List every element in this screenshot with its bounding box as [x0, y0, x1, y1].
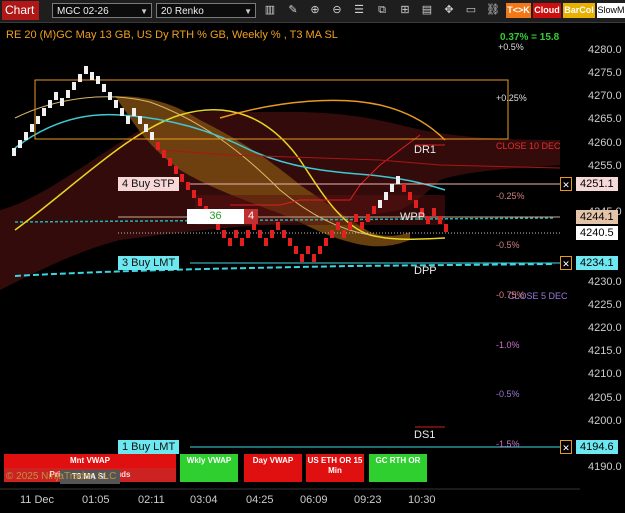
price-label: 4275.0 [588, 67, 622, 79]
time-label: 11 Dec [20, 494, 55, 506]
close-order-icon[interactable]: ✕ [560, 256, 572, 270]
close-order-icon[interactable]: ✕ [560, 440, 572, 454]
price-label: 4280.0 [588, 44, 622, 56]
price-label: 4190.0 [588, 461, 622, 473]
close-order-icon[interactable]: ✕ [560, 177, 572, 191]
dpp-label: DPP [414, 265, 437, 277]
time-label: 09:23 [354, 494, 382, 506]
link-icon[interactable]: ⛓ [485, 3, 501, 18]
price-label: 4225.0 [588, 299, 622, 311]
price-label: 4220.0 [588, 322, 622, 334]
tk-toggle-button[interactable]: T<>K [506, 3, 531, 18]
pct-label: -0.25% [496, 191, 525, 201]
slow-toggle-button[interactable]: SlowM [597, 3, 625, 18]
crosshair-icon[interactable]: ✥ [441, 3, 457, 18]
buy-lmt3-order-label[interactable]: 3 Buy LMT [118, 256, 180, 270]
time-label: 01:05 [82, 494, 110, 506]
cloud-toggle-button[interactable]: Cloud [533, 3, 561, 18]
chevron-down-icon: ▼ [244, 7, 252, 16]
time-label: 04:25 [246, 494, 274, 506]
instrument-label: MGC 02-26 [57, 6, 109, 17]
ds1-label: DS1 [414, 429, 436, 441]
pct-label: -1.5% [496, 439, 520, 449]
pencil-icon[interactable]: ✎ [285, 3, 301, 18]
chart-trader-icon[interactable]: ▤ [419, 3, 435, 18]
mnt-vwap-block: Mnt VWAP [4, 454, 176, 468]
bar-type-label: 20 Renko [161, 6, 204, 17]
last-price-tag: 4240.5 [576, 226, 618, 240]
bars-icon[interactable]: ▥ [262, 3, 278, 18]
price-label: 4260.0 [588, 137, 622, 149]
buy-lmt1-order-label[interactable]: 1 Buy LMT [118, 440, 180, 454]
pct-label: +0.25% [496, 93, 527, 103]
us-eth-or-block: US ETH OR 15 Min [306, 454, 364, 482]
wpp-label: WPP [400, 211, 426, 223]
time-label: 06:09 [300, 494, 328, 506]
gc-rth-or-block: GC RTH OR [369, 454, 427, 482]
day-vwap-block: Day VWAP [244, 454, 302, 482]
price-label: 4210.0 [588, 368, 622, 380]
price-label: 4215.0 [588, 345, 622, 357]
dr1-label: DR1 [414, 144, 437, 156]
price-label: 4230.0 [588, 276, 622, 288]
pct-label: -1.0% [496, 340, 520, 350]
barcol-toggle-button[interactable]: BarCol [563, 3, 595, 18]
buy-stp-order-label[interactable]: 4 Buy STP [118, 177, 179, 191]
strategies-icon[interactable]: ⊞ [397, 3, 413, 18]
quantity-box[interactable]: 36 [187, 209, 244, 224]
zoom-in-icon[interactable]: ⊕ [307, 3, 323, 18]
pct-label: -0.75% [496, 290, 525, 300]
chart-tab[interactable]: Chart [2, 1, 39, 20]
copyright-text: © 2025 NinjaTrader, LLC [6, 471, 117, 482]
buy-lmt1-price-tag: 4194.6 [576, 440, 618, 454]
chart-toolbar: Chart MGC 02-26 ▼ 20 Renko ▼ ▥ ✎ ⊕ ⊖ ☰ ⧉… [0, 0, 625, 23]
indicators-icon[interactable]: ⧉ [374, 3, 390, 18]
time-label: 03:04 [190, 494, 218, 506]
zoom-out-icon[interactable]: ⊖ [329, 3, 345, 18]
instrument-selector[interactable]: MGC 02-26 ▼ [52, 3, 152, 18]
price-label: 4265.0 [588, 113, 622, 125]
pct-label: -0.5% [496, 389, 520, 399]
price-label: 4255.0 [588, 160, 622, 172]
window-icon[interactable]: ▭ [463, 3, 479, 18]
pct-label: +0.5% [498, 42, 524, 52]
close-10-dec-label: CLOSE 10 DEC [496, 141, 561, 151]
properties-icon[interactable]: ☰ [351, 3, 367, 18]
time-label: 02:11 [138, 494, 165, 506]
bar-type-selector[interactable]: 20 Renko ▼ [156, 3, 256, 18]
price-label: 4205.0 [588, 392, 622, 404]
chevron-down-icon: ▼ [140, 7, 148, 16]
buy-lmt3-price-tag: 4234.1 [576, 256, 618, 270]
pct-label: -0.5% [496, 240, 520, 250]
time-label: 10:30 [408, 494, 436, 506]
wpp-price-tag: 4244.1 [576, 210, 618, 224]
price-label: 4200.0 [588, 415, 622, 427]
price-chart[interactable] [0, 23, 580, 490]
price-label: 4270.0 [588, 90, 622, 102]
indicator-header-label: RE 20 (M)GC May 13 GB, US Dy RTH % GB, W… [6, 29, 338, 41]
position-side-box[interactable]: 4 [244, 209, 258, 224]
buy-stp-price-tag: 4251.1 [576, 177, 618, 191]
wkly-vwap-block: Wkly VWAP [180, 454, 238, 482]
dpp-dashed-line [14, 263, 556, 277]
